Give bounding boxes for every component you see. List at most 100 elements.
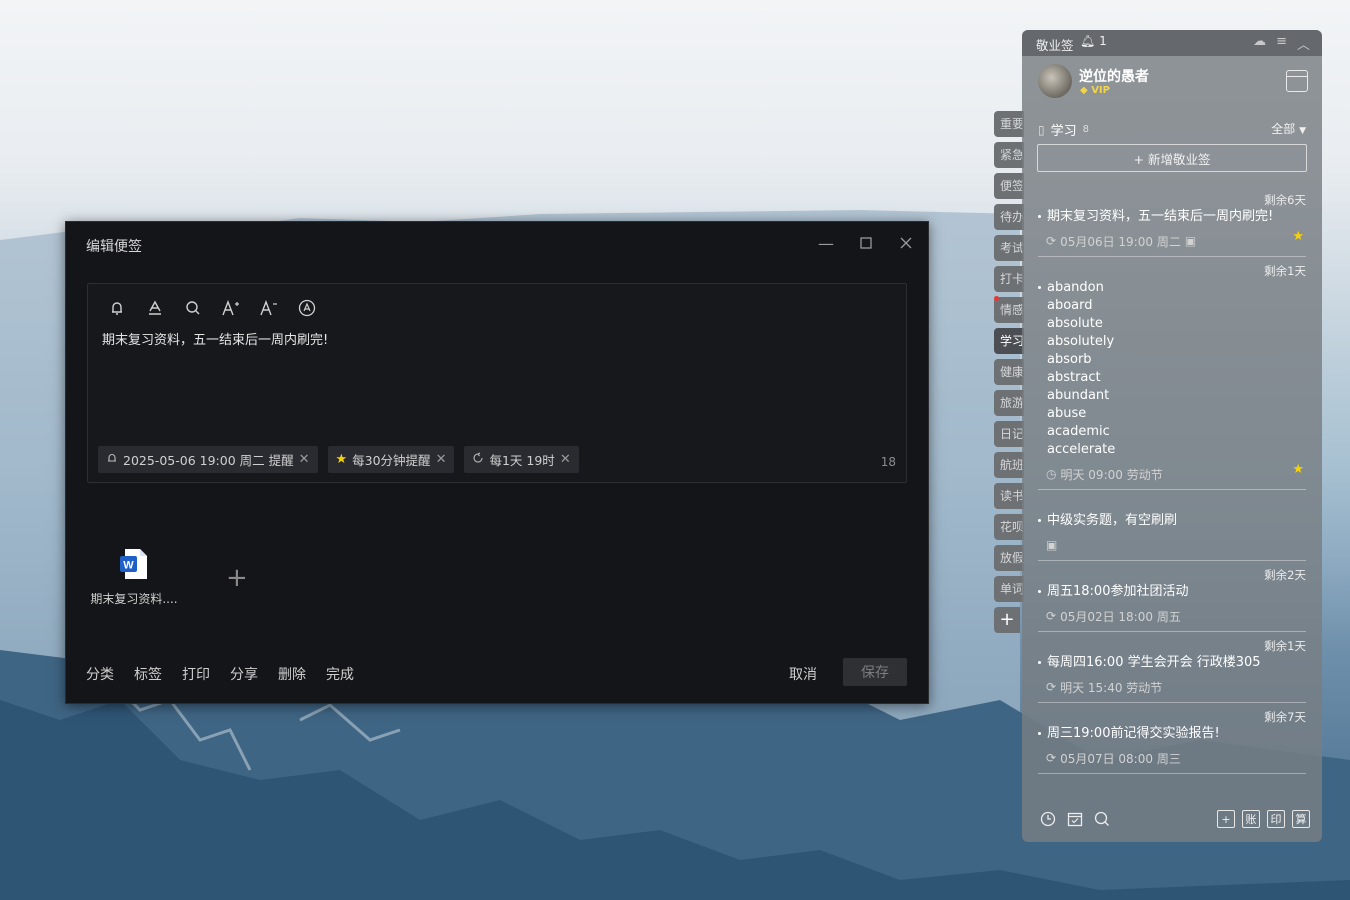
avatar[interactable]: [1038, 64, 1072, 98]
font-increase-icon[interactable]: [218, 296, 243, 320]
list-item[interactable]: 剩余7天 周三19:00前记得交实验报告! ⟳ 05月07日 08:00 周三: [1038, 703, 1306, 774]
category-tab-active[interactable]: 学习: [994, 328, 1024, 354]
vip-badge: ◆ VIP: [1080, 85, 1110, 96]
attachment-icon: ▣: [1184, 234, 1197, 248]
note-editor-area[interactable]: 期末复习资料，五一结束后一周内刷完! 2025-05-06 19:00 周二 提…: [87, 283, 907, 483]
ledger-button[interactable]: 账: [1242, 810, 1260, 828]
share-button[interactable]: 分享: [230, 664, 258, 684]
search-icon[interactable]: [1093, 810, 1110, 827]
list-item[interactable]: 剩余2天 周五18:00参加社团活动 ⟳ 05月02日 18:00 周五: [1038, 561, 1306, 632]
note-line: abuse: [1047, 406, 1087, 421]
clock-icon[interactable]: [1039, 810, 1056, 827]
category-button[interactable]: 分类: [86, 664, 114, 684]
remaining-days: 剩余2天: [1264, 568, 1306, 582]
category-tab[interactable]: 重要: [994, 111, 1024, 137]
font-color-icon[interactable]: [142, 296, 167, 320]
vip-label: VIP: [1091, 85, 1110, 96]
category-tab[interactable]: 航班: [994, 452, 1024, 478]
current-category: ▯ 学习 8: [1038, 120, 1089, 140]
category-tab[interactable]: 考试: [994, 235, 1024, 261]
save-button[interactable]: 保存: [843, 658, 907, 686]
collapse-icon[interactable]: ︿: [1297, 34, 1310, 53]
remaining-days: 剩余1天: [1264, 639, 1306, 653]
category-tab[interactable]: 花呗: [994, 514, 1024, 540]
note-list: 剩余6天 期末复习资料，五一结束后一周内刷完! ⟳ 05月06日 19:00 周…: [1022, 186, 1322, 798]
reminder-bell-icon[interactable]: [104, 296, 129, 320]
calculator-button[interactable]: 算: [1292, 810, 1310, 828]
remove-tag-icon[interactable]: ✕: [299, 452, 310, 467]
char-count: 18: [880, 455, 896, 469]
repeat-icon: ⟳: [1046, 609, 1057, 623]
word-doc-icon: W: [120, 549, 147, 579]
attachment-word-file[interactable]: W 期末复习资料....: [88, 548, 180, 607]
note-meta: ▣: [1038, 536, 1306, 554]
repeat-icon: [472, 452, 484, 467]
list-item[interactable]: 剩余6天 期末复习资料，五一结束后一周内刷完! ⟳ 05月06日 19:00 周…: [1038, 186, 1306, 257]
filter-dropdown[interactable]: 全部 ▼: [1271, 120, 1306, 137]
note-body: aboard absolute absolutely absorb abstra…: [1038, 297, 1306, 459]
check-calendar-icon[interactable]: [1066, 810, 1083, 827]
list-item[interactable]: 剩余1天 每周四16:00 学生会开会 行政楼305 ⟳ 明天 15:40 劳动…: [1038, 632, 1306, 703]
add-attachment-button[interactable]: +: [226, 565, 248, 591]
category-tab[interactable]: 健康: [994, 359, 1024, 385]
tag-button[interactable]: 标签: [134, 664, 162, 684]
repeat-tag-label: 每1天 19时: [489, 453, 555, 468]
note-time: 05月07日 08:00 周三: [1060, 751, 1181, 766]
note-line: absolute: [1047, 316, 1103, 331]
print-button[interactable]: 打印: [182, 664, 210, 684]
notification-indicator[interactable]: 🔔︎ 1: [1080, 34, 1107, 48]
attachment-name: 期末复习资料....: [90, 592, 178, 606]
star-icon[interactable]: ★: [1292, 229, 1304, 244]
note-line: accelerate: [1047, 442, 1116, 457]
remaining-days: 剩余1天: [1264, 264, 1306, 278]
remove-tag-icon[interactable]: ✕: [560, 452, 571, 467]
note-content[interactable]: 期末复习资料，五一结束后一周内刷完!: [102, 329, 328, 348]
category-tab[interactable]: 单词: [994, 576, 1024, 602]
category-tab[interactable]: 便签: [994, 173, 1024, 199]
bookmark-icon: ▯: [1038, 122, 1045, 137]
list-item[interactable]: 剩余1天 abandon aboard absolute absolutely …: [1038, 257, 1306, 490]
text-style-icon[interactable]: [294, 296, 319, 320]
font-decrease-icon[interactable]: [256, 296, 281, 320]
category-tab[interactable]: 情感: [994, 297, 1024, 323]
note-title: 期末复习资料，五一结束后一周内刷完!: [1038, 208, 1306, 226]
category-tab[interactable]: 旅游: [994, 390, 1024, 416]
category-tab[interactable]: 放假: [994, 545, 1024, 571]
delete-button[interactable]: 删除: [278, 664, 306, 684]
reminder-tag[interactable]: 2025-05-06 19:00 周二 提醒 ✕: [98, 446, 318, 473]
repeat-tag[interactable]: 每1天 19时 ✕: [464, 446, 579, 473]
reminder-tag-label: 2025-05-06 19:00 周二 提醒: [123, 453, 294, 468]
category-tab[interactable]: 读书: [994, 483, 1024, 509]
cancel-button[interactable]: 取消: [789, 664, 817, 684]
stamp-button[interactable]: 印: [1267, 810, 1285, 828]
note-title: 周三19:00前记得交实验报告!: [1038, 725, 1306, 743]
category-tab[interactable]: 紧急: [994, 142, 1024, 168]
minimize-button[interactable]: —: [815, 232, 837, 254]
remove-tag-icon[interactable]: ✕: [436, 452, 447, 467]
calendar-icon[interactable]: [1286, 70, 1308, 92]
list-item[interactable]: 中级实务题，有空刷刷 ▣: [1038, 490, 1306, 561]
add-note-button[interactable]: + 新增敬业签: [1037, 144, 1307, 172]
bell-icon: 🔔︎: [1080, 34, 1096, 48]
add-icon[interactable]: +: [1217, 810, 1235, 828]
repeat-remind-tag[interactable]: ★ 每30分钟提醒 ✕: [327, 446, 455, 473]
category-tab[interactable]: 打卡: [994, 266, 1024, 292]
maximize-button[interactable]: [855, 232, 877, 254]
note-line: absolutely: [1047, 334, 1115, 349]
remaining-days: 剩余6天: [1264, 193, 1306, 207]
user-name: 逆位的愚者: [1079, 69, 1149, 85]
add-category-button[interactable]: +: [994, 607, 1020, 633]
category-tab[interactable]: 待办: [994, 204, 1024, 230]
star-icon[interactable]: ★: [1292, 462, 1304, 477]
note-title: 每周四16:00 学生会开会 行政楼305: [1038, 654, 1306, 672]
complete-button[interactable]: 完成: [326, 664, 354, 684]
chevron-down-icon: ▼: [1299, 126, 1306, 136]
category-tab[interactable]: 日记: [994, 421, 1024, 447]
repeat-icon: ⟳: [1046, 751, 1057, 765]
close-button[interactable]: [895, 232, 917, 254]
notification-count: 1: [1099, 34, 1107, 48]
note-title: 周五18:00参加社团活动: [1038, 583, 1306, 601]
cloud-sync-icon[interactable]: ☁: [1253, 34, 1266, 53]
menu-icon[interactable]: ≡: [1276, 34, 1287, 53]
search-icon[interactable]: [180, 296, 205, 320]
